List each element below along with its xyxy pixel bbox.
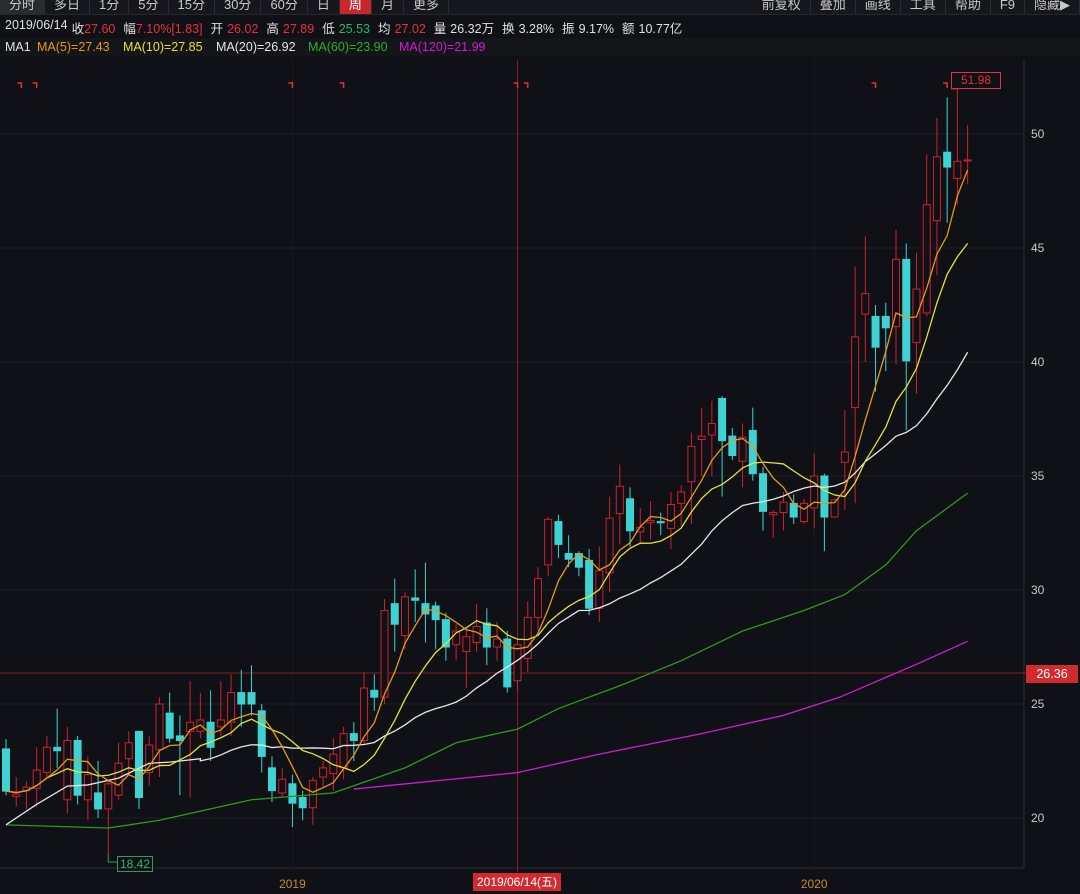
candle-up (380, 610, 389, 698)
candle-down (175, 735, 184, 741)
candle-down (728, 435, 737, 456)
candlestick-chart[interactable]: 20 25 30 35 40 45 50 2019 2020 (0, 0, 1080, 894)
low-leader-line (107, 854, 117, 863)
candle-up (677, 491, 686, 504)
event-marker (17, 82, 23, 88)
candle-up (216, 719, 225, 728)
candle-up (840, 451, 849, 463)
candle-up (615, 485, 624, 515)
candle-up (687, 445, 696, 483)
candle-down (247, 692, 256, 705)
candle-up (155, 703, 164, 751)
candle-down (759, 473, 768, 512)
candle-down (2, 748, 10, 792)
candle-up (513, 644, 522, 682)
candle-up (769, 511, 778, 516)
candle-up (697, 435, 706, 441)
candle-down (411, 597, 420, 601)
candle-down (298, 796, 307, 809)
candle-down (718, 397, 727, 442)
candle-up (953, 160, 962, 179)
candle-down (585, 559, 594, 609)
candle-down (431, 605, 440, 621)
price-tick-label: 30 (1031, 583, 1045, 597)
crosshair-date-label: 2019/06/14(五) (473, 873, 561, 891)
candle-down (820, 475, 829, 518)
ma120-line (353, 640, 968, 790)
price-tick-label: 45 (1031, 241, 1045, 255)
price-tick-label: 25 (1031, 697, 1045, 711)
candle-up (892, 258, 901, 328)
time-tick-label: 2019 (279, 877, 306, 891)
candle-up (544, 518, 553, 566)
candle-down (349, 733, 358, 741)
candle-down (564, 553, 573, 560)
candle-up (124, 742, 133, 760)
candle-up (932, 156, 941, 222)
candle-down (267, 767, 276, 792)
candle-up (799, 502, 808, 523)
event-marker (32, 82, 38, 88)
candle-up (779, 501, 788, 513)
candle-down (871, 315, 880, 348)
period-low-label: 18.42 (117, 856, 153, 872)
candle-down (503, 638, 512, 688)
candle-down (943, 151, 952, 168)
candle-down (881, 315, 890, 329)
ma10-line (5, 243, 969, 794)
candle-up (227, 692, 236, 723)
price-tick-label: 35 (1031, 469, 1045, 483)
candle-down (390, 603, 399, 625)
candle-down (134, 730, 143, 798)
candle-down (288, 783, 297, 804)
candle-up (12, 793, 21, 797)
candle-down (656, 521, 665, 524)
event-marker (339, 82, 345, 88)
crosshair-price-label: 26.36 (1026, 665, 1078, 683)
price-tick-label: 50 (1031, 127, 1045, 141)
candle-up (861, 293, 870, 315)
candle-up (83, 774, 92, 801)
candle-down (53, 746, 62, 752)
candle-down (73, 739, 82, 796)
event-marker (943, 82, 948, 88)
candle-up (493, 638, 502, 648)
candle-up (339, 733, 348, 769)
candle-up (319, 767, 328, 778)
candle-up (278, 778, 287, 794)
candle-up (646, 519, 655, 524)
event-marker (871, 82, 877, 88)
candle-up (666, 504, 675, 529)
candle-down (94, 792, 103, 810)
candle-up (145, 744, 154, 773)
candle-up (707, 423, 716, 436)
candle-down (370, 689, 379, 698)
candle-down (902, 258, 911, 362)
candle-down (237, 692, 246, 705)
candle-down (748, 429, 757, 475)
candle-down (554, 521, 563, 545)
candle-down (482, 622, 491, 648)
period-high-label: 51.98 (951, 72, 1001, 89)
candle-up (963, 159, 972, 162)
candle-up (462, 636, 471, 653)
event-marker (523, 82, 529, 88)
candle-up (851, 336, 860, 409)
event-marker (288, 82, 294, 88)
price-tick-label: 40 (1031, 355, 1045, 369)
candle-up (104, 783, 113, 810)
candle-down (626, 498, 635, 532)
candle-down (165, 712, 174, 739)
candle-up (472, 625, 481, 643)
time-tick-label: 2020 (801, 877, 828, 891)
candle-up (400, 596, 409, 637)
price-tick-label: 20 (1031, 811, 1045, 825)
event-marker (513, 82, 519, 88)
candle-up (42, 746, 51, 773)
candle-up (533, 578, 542, 618)
